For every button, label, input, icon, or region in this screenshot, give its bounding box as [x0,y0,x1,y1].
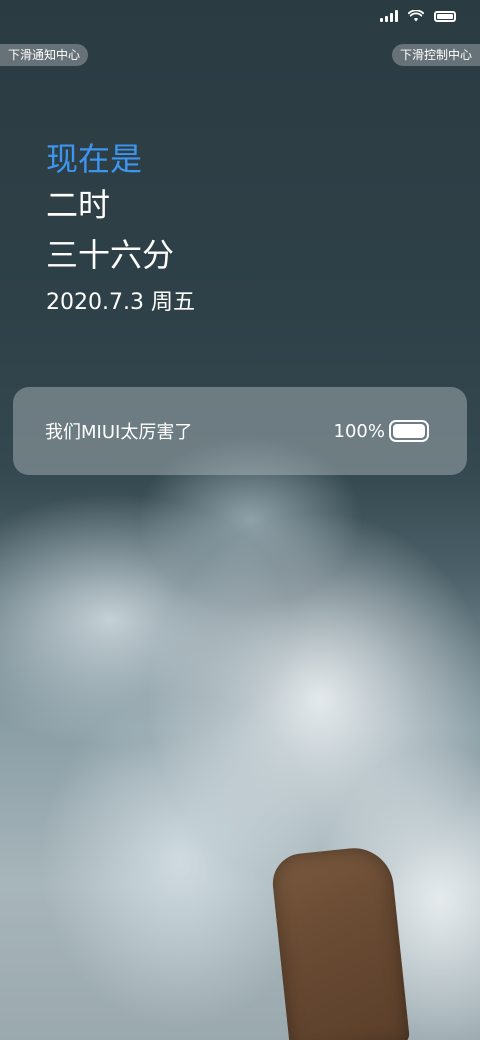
clock-hour: 二时 [46,186,111,224]
lock-screen: 下滑通知中心 下滑控制中心 现在是 二时 三十六分 2020.7.3 周五 我们… [0,0,480,1040]
wallpaper-rock [269,844,411,1040]
battery-percent: 100% [333,420,385,442]
battery-icon [434,10,456,22]
card-message: 我们MIUI太厉害了 [45,422,193,443]
battery-icon [389,420,429,442]
battery-status: 100% [334,420,429,442]
signal-icon [380,10,398,22]
clock-minute: 三十六分 [46,236,175,274]
clock-prefix: 现在是 [46,140,143,178]
clock-date: 2020.7.3 周五 [46,290,195,315]
clock: 现在是 二时 三十六分 2020.7.3 周五 [46,138,195,320]
notification-center-hint[interactable]: 下滑通知中心 [0,44,89,66]
wifi-icon [408,10,424,22]
status-bar [380,10,456,22]
charging-card[interactable]: 我们MIUI太厉害了 100% [13,387,467,475]
control-center-hint[interactable]: 下滑控制中心 [391,44,480,66]
